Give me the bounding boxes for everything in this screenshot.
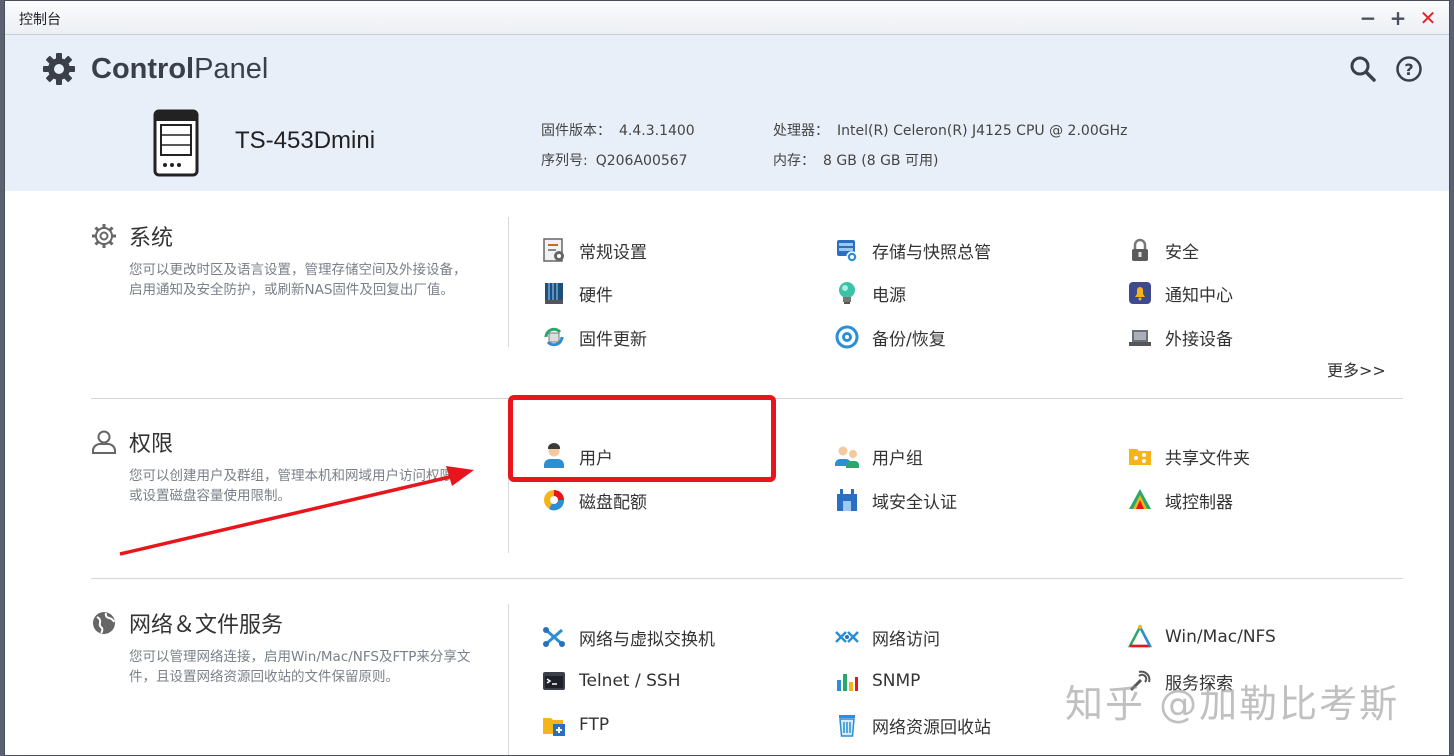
win-mac-nfs-icon bbox=[1127, 624, 1153, 648]
item-user-groups[interactable]: 用户组 bbox=[834, 441, 923, 471]
firmware-info: 固件版本： 4.4.3.1400 bbox=[541, 123, 695, 139]
item-notification-center[interactable]: 通知中心 bbox=[1127, 278, 1233, 308]
domain-controller-icon bbox=[1129, 489, 1151, 509]
user-icon bbox=[544, 443, 564, 468]
section-title-network: 网络＆文件服务 bbox=[129, 613, 284, 638]
user-outline-icon bbox=[92, 430, 116, 454]
gear-icon bbox=[43, 53, 75, 85]
help-icon[interactable]: ? bbox=[1395, 55, 1423, 83]
network-switch-icon bbox=[543, 627, 565, 647]
item-power[interactable]: 电源 bbox=[834, 278, 906, 308]
external-device-icon bbox=[1129, 330, 1151, 346]
lock-icon bbox=[1132, 238, 1148, 261]
shared-folder-icon bbox=[1129, 449, 1151, 465]
storage-snapshots-icon bbox=[837, 240, 858, 263]
ftp-folder-icon bbox=[543, 718, 565, 736]
item-general-settings[interactable]: 常规设置 bbox=[541, 235, 647, 265]
hardware-chip-icon bbox=[545, 283, 563, 304]
item-domain-controller[interactable]: 域控制器 bbox=[1127, 485, 1233, 515]
svg-text:?: ? bbox=[1404, 60, 1413, 79]
title-bar[interactable]: 控制台 − + ✕ bbox=[5, 1, 1449, 35]
memory-info: 内存： 8 GB (8 GB 可用) bbox=[773, 153, 939, 169]
item-network-virtual-switch[interactable]: 网络与虚拟交换机 bbox=[541, 622, 715, 652]
settings-gear-icon bbox=[92, 224, 116, 248]
control-panel-window: 控制台 − + ✕ ControlPanel ? TS-453Dmini 固件版… bbox=[4, 0, 1450, 756]
cpu-info: 处理器： Intel(R) Celeron(R) J4125 CPU @ 2.00… bbox=[773, 123, 1128, 139]
section-divider-vertical bbox=[508, 217, 509, 347]
device-model: TS-453Dmini bbox=[235, 127, 376, 154]
section-desc-privilege: 您可以创建用户及群组，管理本机和网域用户访问权限，或设置磁盘容量使用限制。 bbox=[129, 468, 467, 504]
minimize-icon[interactable]: − bbox=[1357, 7, 1379, 29]
recycle-bin-icon bbox=[839, 715, 855, 737]
maximize-icon[interactable]: + bbox=[1387, 7, 1409, 29]
item-hardware[interactable]: 硬件 bbox=[541, 278, 613, 308]
window-title: 控制台 bbox=[19, 12, 61, 28]
section-divider bbox=[91, 398, 1403, 399]
section-desc-system: 您可以更改时区及语言设置，管理存储空间及外接设备，启用通知及安全防护，或刷新NA… bbox=[129, 262, 467, 298]
snmp-chart-icon bbox=[837, 674, 858, 691]
item-backup-restore[interactable]: 备份/恢复 bbox=[834, 322, 946, 352]
section-title-system: 系统 bbox=[129, 226, 174, 251]
section-title-privilege: 权限 bbox=[129, 432, 174, 457]
section-desc-network: 您可以管理网络连接，启用Win/Mac/NFS及FTP来分享文件，且设置网络资源… bbox=[129, 649, 471, 685]
user-group-icon bbox=[835, 446, 859, 468]
serial-info: 序列号: Q206A00567 bbox=[541, 153, 688, 169]
item-win-mac-nfs[interactable]: Win/Mac/NFS bbox=[1127, 622, 1276, 652]
item-snmp[interactable]: SNMP bbox=[834, 666, 920, 696]
globe-icon bbox=[93, 612, 115, 634]
item-network-access[interactable]: 网络访问 bbox=[834, 622, 940, 652]
section-divider-vertical bbox=[508, 604, 509, 755]
item-storage-snapshots[interactable]: 存储与快照总管 bbox=[834, 235, 991, 265]
general-settings-icon bbox=[543, 238, 564, 262]
backup-restore-icon bbox=[835, 325, 859, 349]
app-title: ControlPanel bbox=[91, 53, 269, 85]
item-users[interactable]: 用户 bbox=[541, 441, 613, 471]
more-link[interactable]: 更多>> bbox=[1327, 357, 1386, 381]
item-ftp[interactable]: FTP bbox=[541, 710, 609, 740]
item-firmware-update[interactable]: 固件更新 bbox=[541, 322, 647, 352]
domain-security-icon bbox=[837, 489, 857, 511]
search-icon[interactable] bbox=[1349, 55, 1377, 83]
lightbulb-icon bbox=[839, 282, 855, 304]
firmware-update-icon bbox=[544, 327, 564, 347]
item-disk-quota[interactable]: 磁盘配额 bbox=[541, 485, 647, 515]
terminal-icon bbox=[543, 672, 565, 690]
section-divider bbox=[91, 578, 1403, 579]
item-shared-folders[interactable]: 共享文件夹 bbox=[1127, 441, 1250, 471]
item-domain-security[interactable]: 域安全认证 bbox=[834, 485, 957, 515]
disk-quota-icon bbox=[544, 490, 565, 511]
close-icon[interactable]: ✕ bbox=[1417, 7, 1439, 29]
watermark: 知乎 @加勒比考斯 bbox=[1065, 682, 1400, 726]
nas-device-icon bbox=[153, 109, 199, 177]
item-security[interactable]: 安全 bbox=[1127, 235, 1199, 265]
item-telnet-ssh[interactable]: Telnet / SSH bbox=[541, 666, 680, 696]
panel-header: ControlPanel ? TS-453Dmini 固件版本： 4.4.3.14… bbox=[5, 35, 1449, 191]
item-network-recycle-bin[interactable]: 网络资源回收站 bbox=[834, 710, 991, 740]
network-access-icon bbox=[835, 631, 859, 643]
item-external-device[interactable]: 外接设备 bbox=[1127, 322, 1233, 352]
notification-center-icon bbox=[1129, 282, 1151, 304]
section-divider-vertical bbox=[508, 423, 509, 553]
